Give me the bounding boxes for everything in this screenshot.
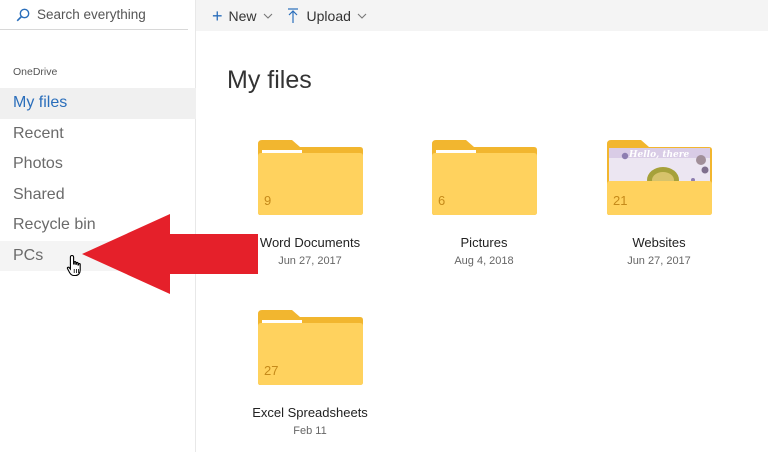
item-count: 21 [613, 193, 628, 208]
item-count: 6 [438, 193, 446, 208]
new-button[interactable]: + New [212, 7, 273, 25]
folder-date: Jun 27, 2017 [627, 255, 691, 267]
plus-icon: + [212, 5, 223, 26]
sidebar-item-recent[interactable]: Recent [0, 119, 196, 150]
item-count: 27 [264, 363, 279, 378]
chevron-down-icon [357, 13, 367, 19]
folder-icon: 9 [256, 140, 364, 216]
thumbnail-text: Hello, there [629, 150, 690, 160]
upload-button[interactable]: Upload [287, 8, 367, 24]
sidebar-item-photos[interactable]: Photos [0, 149, 196, 180]
sidebar-item-my-files[interactable]: My files [0, 88, 196, 119]
folder-date: Aug 4, 2018 [454, 255, 514, 267]
page-title: My files [227, 66, 312, 94]
folder-name[interactable]: Websites [571, 235, 747, 250]
new-button-label: New [228, 7, 257, 24]
folder-name[interactable]: Excel Spreadsheets [222, 405, 398, 420]
item-count: 9 [264, 193, 272, 208]
folder-date: Feb 11 [293, 425, 327, 437]
search-input[interactable]: Search everything [37, 7, 146, 22]
red-arrow-annotation [82, 214, 258, 294]
folder-name[interactable]: Pictures [396, 235, 572, 250]
folder-icon: Hello, there 21 [605, 140, 713, 216]
search-box[interactable]: Search everything [0, 0, 188, 30]
folder-icon: 27 [256, 310, 364, 386]
folder-tile-pictures[interactable]: 6 Pictures Aug 4, 2018 [396, 140, 572, 267]
sidebar-item-shared[interactable]: Shared [0, 180, 196, 211]
chevron-down-icon [263, 13, 272, 19]
command-bar: + New Upload [196, 0, 768, 31]
folder-tile-websites[interactable]: Hello, there 21 Websites Jun 27, 2017 [571, 140, 747, 267]
upload-button-label: Upload [306, 7, 351, 24]
folder-tile-excel-spreadsheets[interactable]: 27 Excel Spreadsheets Feb 11 [222, 310, 398, 437]
upload-icon [287, 7, 298, 23]
search-icon [16, 8, 30, 21]
section-label-onedrive: OneDrive [13, 66, 58, 78]
folder-icon: 6 [430, 140, 538, 216]
